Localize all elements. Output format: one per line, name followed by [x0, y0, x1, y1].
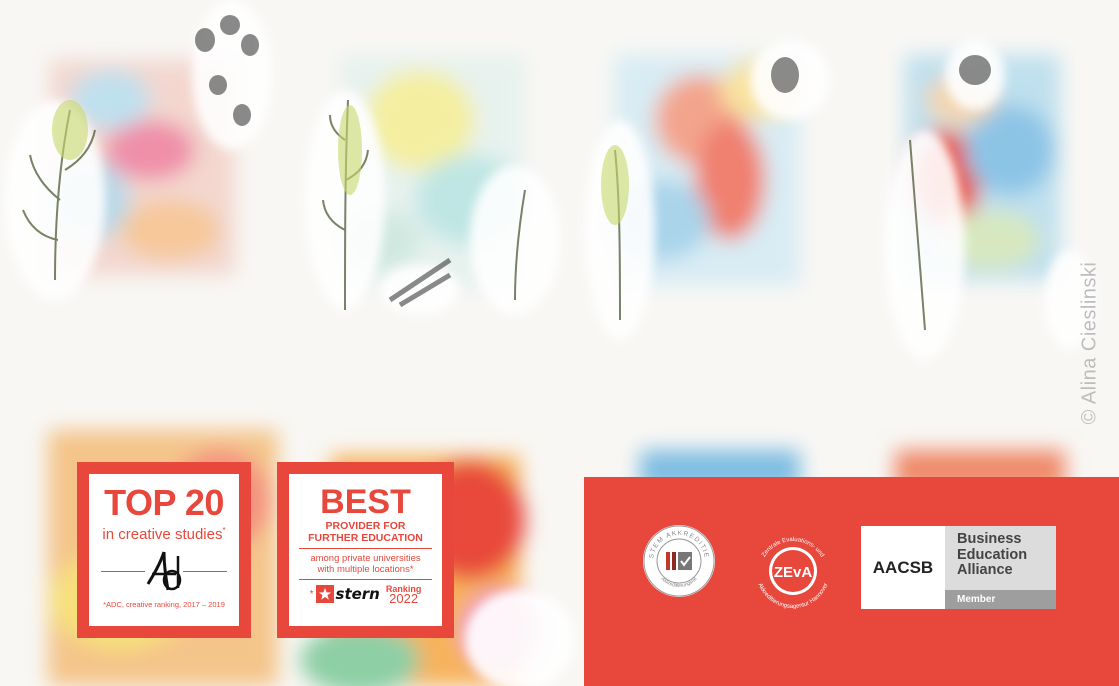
best-line1a: PROVIDER FOR [325, 520, 406, 532]
best-provider-badge[interactable]: BEST PROVIDER FOR FURTHER EDUCATION amon… [277, 462, 454, 638]
top20-subtitle: in creative studies* [89, 522, 239, 544]
aacsb-line3: Alliance [957, 562, 1013, 578]
divider [299, 579, 432, 580]
divider [183, 571, 227, 572]
adc-logo-row [89, 548, 239, 594]
stern-logo: * stern [310, 585, 380, 603]
photo-credit: © Alina Cieslinski [1078, 261, 1101, 425]
top20-footnote: *ADC, creative ranking, 2017 – 2019 [103, 600, 225, 609]
divider [299, 548, 432, 549]
aacsb-member-status: Member [945, 590, 1056, 609]
system-accreditation-seal-icon[interactable]: SYSTEM AKKREDITIERT Akkreditierungsrat [642, 524, 716, 598]
aacsb-member-logo[interactable]: AACSB Business Education Alliance Member [861, 526, 1056, 609]
ranking-year: 2022 [389, 591, 419, 606]
best-headline: BEST [320, 483, 411, 521]
top20-badge[interactable]: TOP 20 in creative studies* *ADC, creati… [77, 462, 251, 638]
top20-badge-card: TOP 20 in creative studies* *ADC, creati… [89, 474, 239, 626]
accreditation-panel: SYSTEM AKKREDITIERT Akkreditierungsrat Z… [584, 477, 1119, 686]
top20-subtitle-mark: * [222, 526, 226, 535]
aacsb-line2: Education [957, 546, 1028, 563]
top20-headline: TOP 20 [104, 482, 224, 523]
best-badge-card: BEST PROVIDER FOR FURTHER EDUCATION amon… [289, 474, 442, 626]
aacsb-alliance-label: Business Education Alliance Member [945, 526, 1056, 609]
aacsb-bea-text: Business Education Alliance [957, 531, 1028, 579]
adc-logo-icon [146, 551, 182, 591]
stern-ranking-row: * stern Ranking 2022 [289, 584, 442, 606]
stern-star-icon [315, 585, 334, 603]
stern-footnote-mark: * [309, 588, 314, 600]
best-line2a: among private universities [310, 553, 421, 564]
zeva-seal-icon[interactable]: Zentrale Evaluations- und Akkreditierung… [750, 528, 836, 614]
best-line1b: FURTHER EDUCATION [308, 532, 423, 544]
stern-wordmark: stern [335, 585, 380, 603]
best-line2b: with multiple locations* [317, 564, 414, 575]
aacsb-wordmark: AACSB [861, 526, 945, 609]
divider [101, 571, 145, 572]
zeva-logo: ZEvA [774, 564, 813, 581]
top20-subtitle-text: in creative studies [102, 526, 223, 543]
stern-ranking: Ranking 2022 [386, 584, 422, 606]
aacsb-line1: Business [957, 531, 1022, 547]
